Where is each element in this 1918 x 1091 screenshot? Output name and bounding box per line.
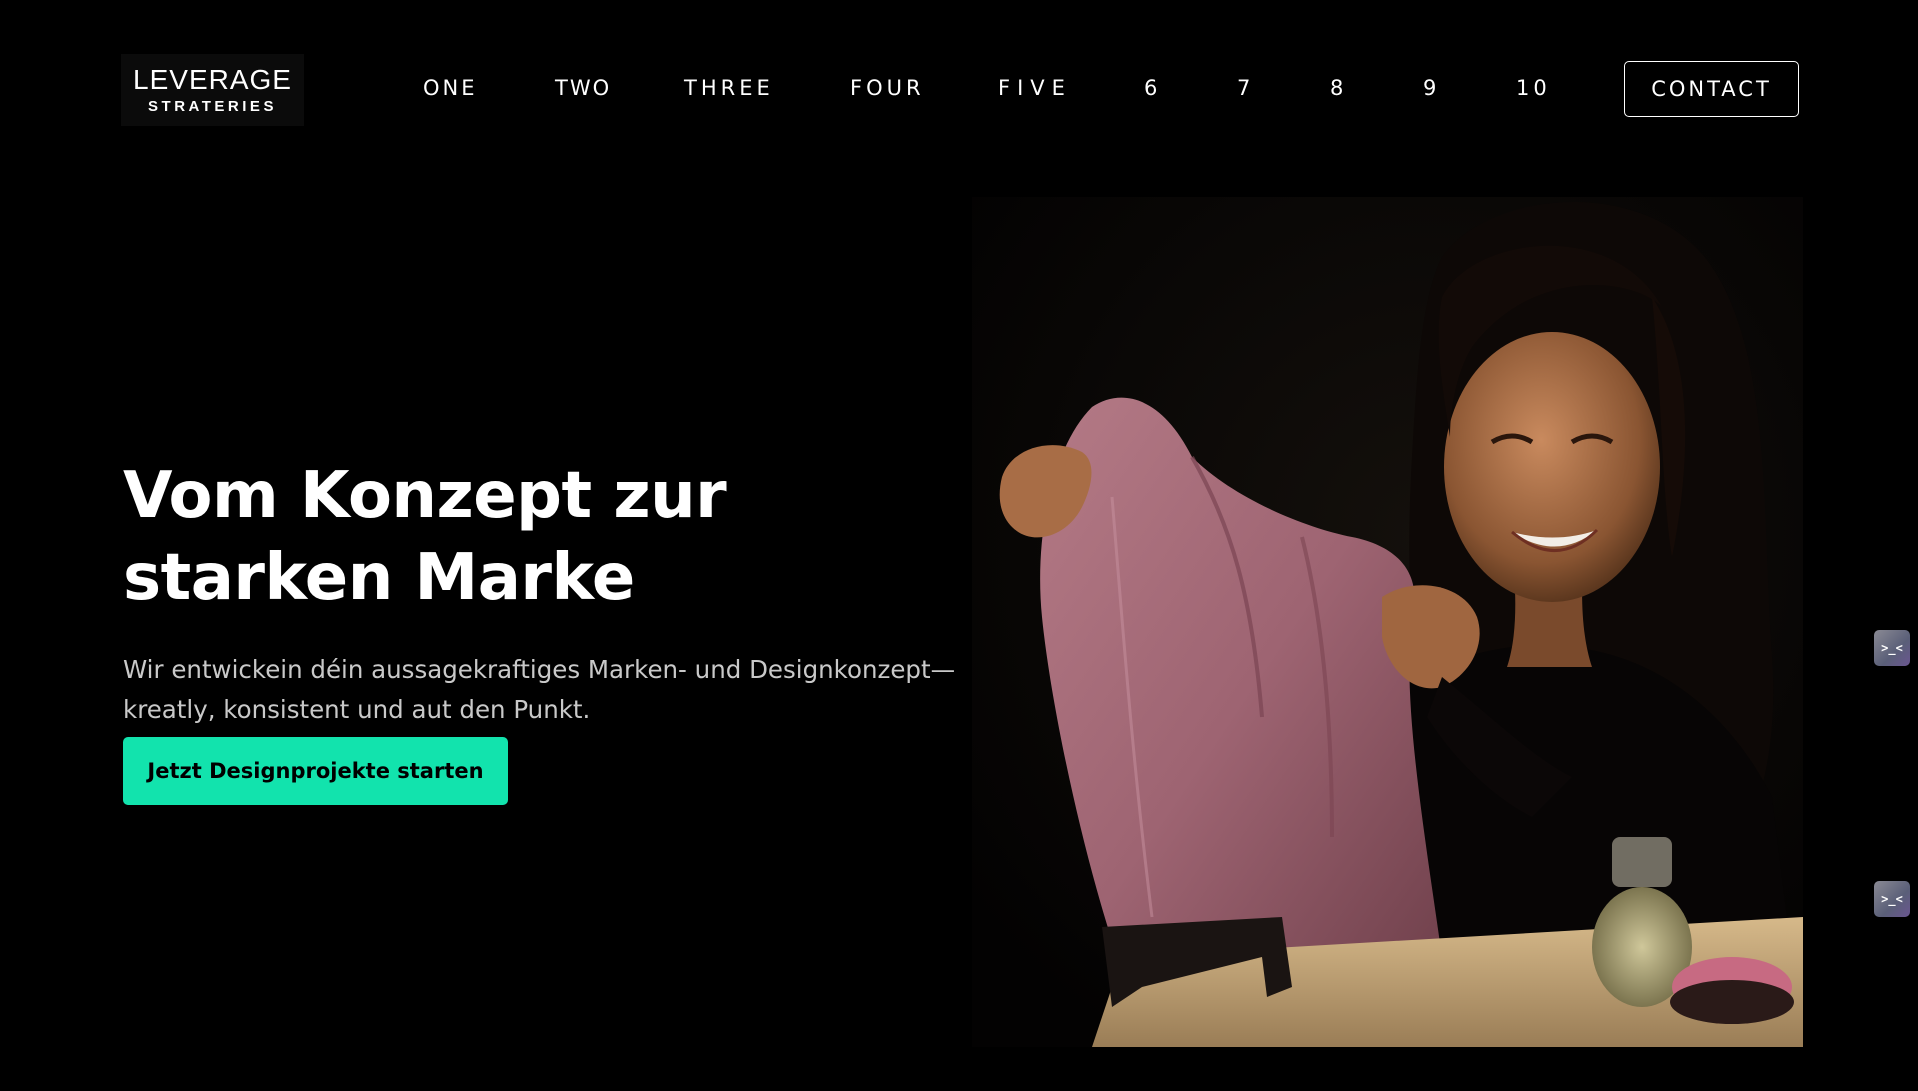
- chat-widget-icon[interactable]: >_<: [1874, 630, 1910, 666]
- nav-item-9[interactable]: 9: [1423, 76, 1436, 100]
- page: LEVERAGE STRATERIES ONE TWO THREE FOUR F…: [0, 0, 1918, 1091]
- nav-item-two[interactable]: TWO: [555, 76, 611, 100]
- nav-item-five[interactable]: FIVE: [998, 76, 1072, 100]
- hero-title: Vom Konzept zur starken Marke: [123, 459, 727, 615]
- brand-tagline: STRATERIES: [148, 98, 277, 115]
- nav-item-6[interactable]: 6: [1144, 76, 1157, 100]
- photo-woman-holding-pink-garment-icon: [972, 197, 1803, 1047]
- start-design-project-button[interactable]: Jetzt Designprojekte starten: [123, 737, 508, 805]
- nav-item-four[interactable]: FOUR: [850, 76, 925, 100]
- contact-button[interactable]: CONTACT: [1624, 61, 1799, 117]
- nav-item-7[interactable]: 7: [1237, 76, 1250, 100]
- chat-widget-icon[interactable]: >_<: [1874, 881, 1910, 917]
- hero-subtitle: Wir entwickein déin aussagekraftiges Mar…: [123, 655, 956, 724]
- brand-name: LEVERAGE: [133, 64, 292, 95]
- hero-image: [972, 197, 1803, 1047]
- nav-item-three[interactable]: THREE: [684, 76, 774, 100]
- nav-item-8[interactable]: 8: [1330, 76, 1343, 100]
- brand-logo[interactable]: LEVERAGE STRATERIES: [121, 54, 304, 126]
- nav-item-one[interactable]: ONE: [423, 76, 478, 100]
- nav-item-10[interactable]: 10: [1516, 76, 1551, 100]
